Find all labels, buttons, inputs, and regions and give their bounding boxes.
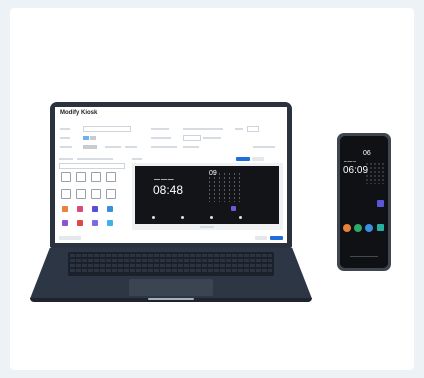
component-panel [59,158,127,236]
app-icon[interactable] [77,206,83,212]
phone-app-icon[interactable] [365,224,373,232]
app-icon[interactable] [107,220,113,226]
kiosk-screen-preview: ▬▬ ▬▬ ▬▬ 08:48 09 [135,166,279,224]
form-value [203,137,221,139]
shortcut-dot [210,216,213,219]
kiosk-preview: ▬▬ ▬▬ ▬▬ 08:48 09 [132,163,283,230]
form-label [60,137,70,139]
form-label [60,128,70,130]
form-value [183,146,199,148]
duration-select[interactable] [183,135,201,141]
kiosk-name-field[interactable] [83,126,131,132]
shortcut-dot [181,216,184,219]
app-icon[interactable] [77,220,83,226]
laptop-notch [148,298,194,300]
color-swatch[interactable] [83,136,89,140]
preview-clock: 08:48 [153,183,184,197]
video-widget-icon[interactable] [91,189,101,199]
weather-widget-icon[interactable] [91,172,101,182]
app-icon[interactable] [92,206,98,212]
shortcut-dot [239,216,242,219]
phone-screen: 06 ▬ ▬▬ ▬ 06:09 [340,136,388,268]
calendar-widget-icon[interactable] [76,172,86,182]
app-icon[interactable] [62,206,68,212]
form-label [151,137,171,139]
toggle[interactable] [83,145,97,149]
form-value [183,128,223,130]
app-tile [231,206,236,211]
web-widget-icon[interactable] [106,189,116,199]
panel-hint [77,158,113,160]
page-title: Modify Kiosk [60,110,98,116]
clock-date-line: ▬▬ ▬▬ ▬▬ [154,177,174,181]
component-search-input[interactable] [59,163,125,169]
delete-button[interactable] [59,236,81,240]
save-button[interactable] [270,236,283,240]
form-label [151,146,177,148]
phone-date-line: ▬ ▬▬ ▬ [344,160,356,163]
shortcut-dot [152,216,155,219]
document-widget-icon[interactable] [61,189,71,199]
image-widget-icon[interactable] [76,189,86,199]
app-icon[interactable] [107,206,113,212]
status-select[interactable] [247,126,259,132]
pager[interactable] [200,226,214,228]
phone-app-icon[interactable] [377,224,384,231]
cancel-button[interactable] [255,236,267,240]
form-value [253,146,275,148]
color-swatch[interactable] [90,136,96,140]
key-row [70,254,272,257]
form-hint [105,146,121,148]
key-row [70,264,272,267]
app-icon[interactable] [92,220,98,226]
preview-header [132,157,283,162]
calendar-grid [207,172,241,202]
text-widget-icon[interactable] [106,172,116,182]
preview-tab[interactable] [252,157,264,161]
laptop-screen: Modify Kiosk ▬▬ ▬▬ ▬▬ 08:48 [55,107,287,243]
phone-app-tile[interactable] [377,200,384,207]
key-row [70,269,272,272]
laptop-lid: Modify Kiosk ▬▬ ▬▬ ▬▬ 08:48 [50,102,292,248]
phone-calendar-day: 06 [363,150,371,157]
form-hint [125,146,137,148]
phone-nav-bar [350,256,378,257]
key-row [70,259,272,262]
form-label [60,146,72,148]
phone-app-icon[interactable] [343,224,351,232]
form-label [235,128,243,130]
keyboard [68,252,274,276]
app-icon[interactable] [62,220,68,226]
preview-title [132,158,142,160]
phone: 06 ▬ ▬▬ ▬ 06:09 [337,133,391,271]
touchpad [129,279,213,296]
panel-title [59,158,73,160]
clock-widget-icon[interactable] [61,172,71,182]
form-label [151,128,169,130]
phone-calendar-grid [365,162,385,184]
phone-app-icon[interactable] [354,224,362,232]
preview-tab-active[interactable] [236,157,250,161]
